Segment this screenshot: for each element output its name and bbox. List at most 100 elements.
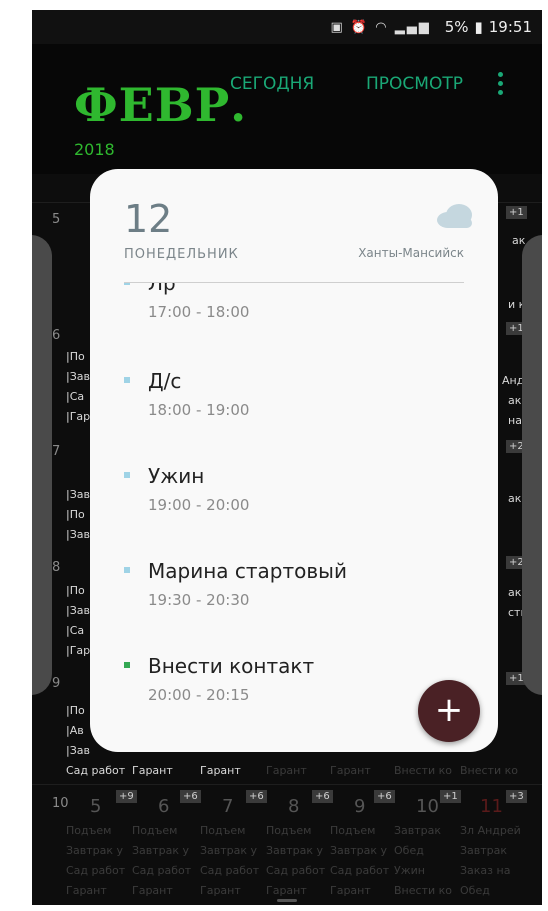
event-chip[interactable]: Завтрак у — [330, 844, 387, 857]
signal-icon: ▂▄▆ — [394, 19, 431, 35]
week-number: 7 — [52, 444, 61, 459]
next-day-card[interactable] — [522, 235, 542, 695]
event-chip[interactable]: Гарант — [266, 884, 307, 897]
event-color-dot — [124, 662, 130, 668]
event-chip[interactable]: Заказ на — [460, 864, 510, 877]
more-badge: +1 — [440, 790, 461, 803]
event-chip[interactable]: Внести ко — [394, 764, 452, 777]
event-time: 18:00 - 19:00 — [148, 401, 250, 419]
screenshot-icon: ▣ — [330, 19, 345, 35]
more-badge: +9 — [116, 790, 137, 803]
event-chip[interactable]: Подъем — [330, 824, 375, 837]
week-number: 10 — [52, 796, 69, 811]
event-title: Д/с — [148, 369, 182, 393]
phone-screen: ▣ ⏰ ◠ ▂▄▆ 5% ▮ 19:51 ФЕВР. 2018 СЕГОДНЯ … — [32, 10, 542, 905]
event-time: 20:00 - 20:15 — [148, 686, 250, 704]
status-bar: ▣ ⏰ ◠ ▂▄▆ 5% ▮ 19:51 — [32, 10, 542, 44]
bottom-handle[interactable] — [277, 899, 297, 902]
week-number: 5 — [52, 212, 61, 227]
event-chip[interactable]: Сад работ — [200, 864, 259, 877]
event-chip[interactable]: Подъем — [266, 824, 311, 837]
event-time: 19:30 - 20:30 — [148, 591, 250, 609]
event-chip[interactable]: Завтрак у — [200, 844, 257, 857]
event-chip[interactable]: Внести ко — [460, 764, 518, 777]
event-chip[interactable]: Гарант — [330, 764, 371, 777]
event-chip[interactable]: Ужин — [394, 864, 425, 877]
more-badge: +6 — [180, 790, 201, 803]
event-chip[interactable]: Гарант — [266, 764, 307, 777]
event-chip[interactable]: Обед — [460, 884, 490, 897]
event-chip[interactable]: Завтрак у — [66, 844, 123, 857]
day-number[interactable]: 8 — [288, 796, 299, 817]
battery-percent: 5% — [444, 18, 469, 36]
event-color-dot — [124, 472, 130, 478]
day-number[interactable]: 6 — [158, 796, 169, 817]
month-title[interactable]: ФЕВР. — [74, 78, 247, 132]
overflow-menu-icon[interactable] — [495, 68, 505, 102]
event-title: Лр — [148, 283, 176, 295]
today-button[interactable]: СЕГОДНЯ — [230, 74, 314, 94]
popup-weekday: ПОНЕДЕЛЬНИК — [124, 247, 239, 262]
event-chip[interactable]: Сад работ — [66, 764, 125, 777]
event-chip[interactable]: Гарант — [132, 884, 173, 897]
previous-day-card[interactable] — [32, 235, 52, 695]
day-number[interactable]: 9 — [354, 796, 365, 817]
cloud-icon — [437, 204, 472, 228]
more-badge: +6 — [312, 790, 333, 803]
event-chip[interactable]: Сад работ — [266, 864, 325, 877]
event-color-dot — [124, 567, 130, 573]
battery-icon: ▮ — [474, 18, 483, 36]
event-color-dot — [124, 283, 130, 285]
popup-city: Ханты-Мансийск — [358, 246, 464, 260]
event-item[interactable]: Ужин 19:00 - 20:00 — [124, 464, 454, 524]
week-number: 6 — [52, 328, 61, 343]
event-title: Марина стартовый — [148, 559, 347, 583]
event-chip[interactable]: Гарант — [330, 884, 371, 897]
event-chip[interactable]: Обед — [394, 844, 424, 857]
event-chip[interactable]: Подъем — [200, 824, 245, 837]
app-bar: ФЕВР. 2018 СЕГОДНЯ ПРОСМОТР — [32, 44, 542, 174]
more-badge: +6 — [246, 790, 267, 803]
event-chip[interactable]: Гарант — [200, 764, 241, 777]
day-number[interactable]: 7 — [222, 796, 233, 817]
more-badge: +3 — [506, 790, 527, 803]
more-badge: +6 — [374, 790, 395, 803]
week-number: 8 — [52, 560, 61, 575]
event-chip[interactable]: Гарант — [66, 884, 107, 897]
status-icons: ▣ ⏰ ◠ ▂▄▆ — [330, 20, 430, 35]
event-chip[interactable]: Подъем — [132, 824, 177, 837]
event-chip[interactable]: Гарант — [200, 884, 241, 897]
event-chip[interactable]: Гарант — [132, 764, 173, 777]
day-number[interactable]: 10 — [416, 796, 439, 817]
event-item[interactable]: Д/с 18:00 - 19:00 — [124, 369, 454, 429]
event-chip[interactable]: Сад работ — [66, 864, 125, 877]
event-chip[interactable]: Подъем — [66, 824, 111, 837]
event-title: Внести контакт — [148, 654, 315, 678]
event-item[interactable]: Лр 17:00 - 18:00 — [124, 283, 454, 331]
event-time: 17:00 - 18:00 — [148, 303, 250, 321]
alarm-icon: ⏰ — [350, 19, 370, 35]
event-chip[interactable]: Зл Андрей — [460, 824, 521, 837]
wifi-icon: ◠ — [375, 19, 389, 35]
event-color-dot — [124, 377, 130, 383]
event-chip[interactable]: Сад работ — [330, 864, 389, 877]
event-time: 19:00 - 20:00 — [148, 496, 250, 514]
view-button[interactable]: ПРОСМОТР — [366, 74, 463, 94]
event-item[interactable]: Марина стартовый 19:30 - 20:30 — [124, 559, 454, 619]
event-chip[interactable]: Завтрак у — [132, 844, 189, 857]
event-item[interactable]: Внести контакт 20:00 - 20:15 — [124, 654, 454, 714]
event-title: Ужин — [148, 464, 205, 488]
event-chip[interactable]: Сад работ — [132, 864, 191, 877]
year-label: 2018 — [74, 140, 115, 159]
week-number: 9 — [52, 676, 61, 691]
day-number[interactable]: 11 — [480, 796, 503, 817]
day-events-popup: 12 ПОНЕДЕЛЬНИК Ханты-Мансийск Лр 17:00 -… — [90, 169, 498, 752]
day-number[interactable]: 5 — [90, 796, 101, 817]
event-chip[interactable]: Завтрак у — [266, 844, 323, 857]
popup-day-number: 12 — [124, 197, 173, 241]
event-chip[interactable]: Завтрак — [460, 844, 507, 857]
clock: 19:51 — [488, 18, 532, 36]
event-chip[interactable]: Внести ко — [394, 884, 452, 897]
add-event-button[interactable]: + — [418, 680, 480, 742]
event-chip[interactable]: Завтрак — [394, 824, 441, 837]
